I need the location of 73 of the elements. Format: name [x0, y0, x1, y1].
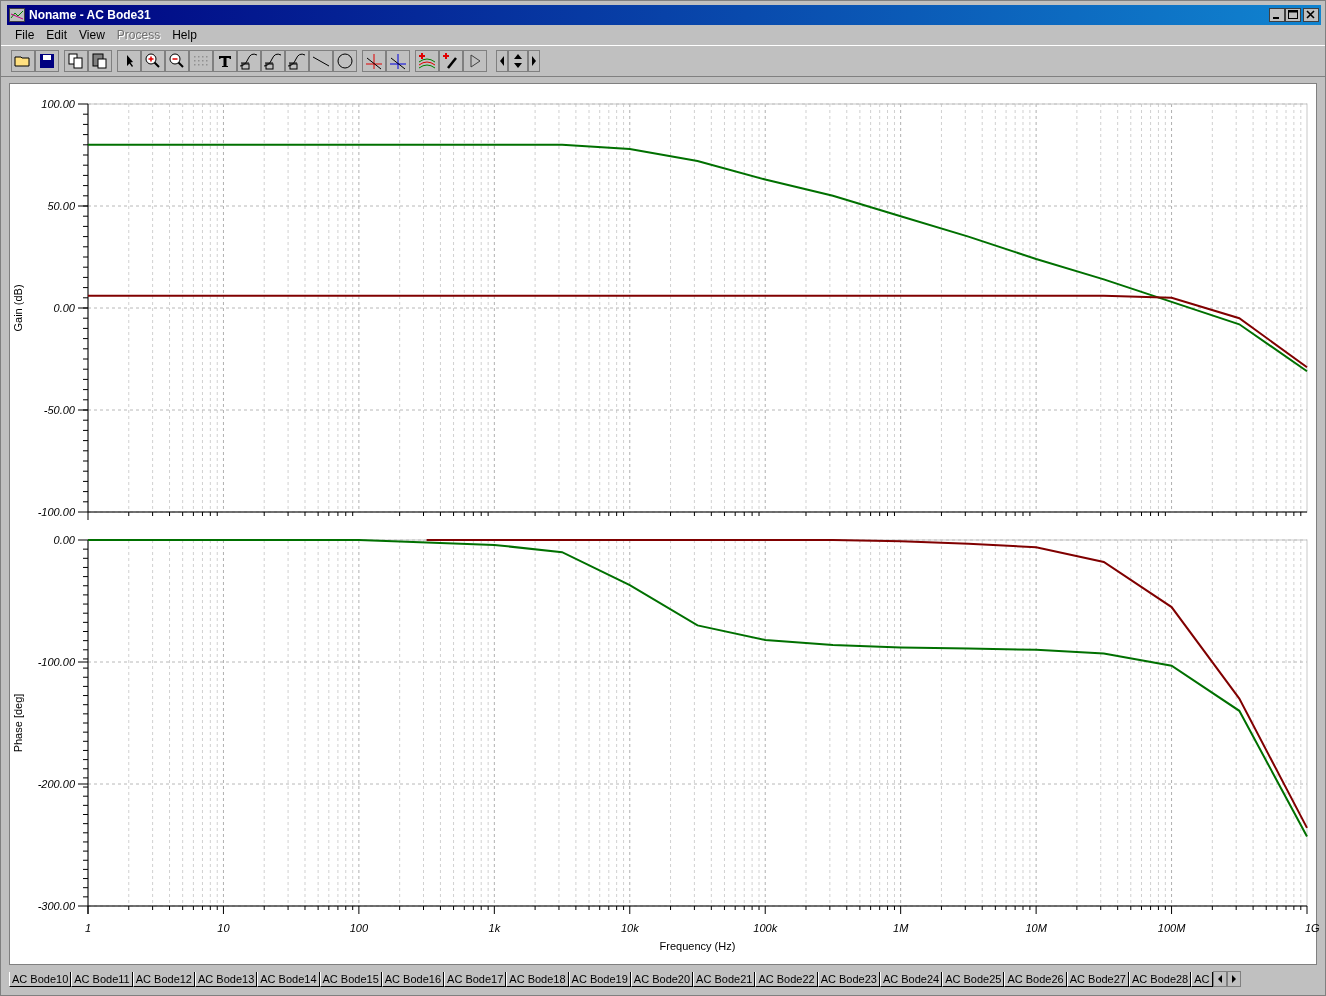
sheet-tab[interactable]: AC Bode23 — [817, 971, 880, 987]
paste-icon[interactable] — [88, 50, 112, 72]
menu-item[interactable]: Edit — [40, 28, 74, 42]
sheet-tab[interactable]: AC Bode20 — [630, 971, 694, 987]
curve-legend-icon[interactable] — [285, 50, 309, 72]
y-tick-label: 50.00 — [47, 200, 75, 212]
curve-query-icon[interactable] — [261, 50, 285, 72]
sheet-tab[interactable]: AC Bode19 — [568, 971, 631, 987]
sheet-tab[interactable]: AC Bode15 — [319, 971, 382, 987]
save-icon[interactable] — [35, 50, 59, 72]
minimize-icon[interactable] — [1269, 8, 1285, 22]
scroll-right-icon[interactable] — [1226, 971, 1241, 987]
line-series — [87, 143, 1308, 373]
menu-item[interactable]: Help — [166, 28, 203, 42]
sheet-tab[interactable]: AC Bode27 — [1066, 971, 1129, 987]
sheet-tab[interactable]: AC Bode25 — [942, 971, 1005, 987]
x-tick-label: 1M — [893, 922, 909, 934]
sheet-tab[interactable]: AC Bode28 — [1128, 971, 1192, 987]
menu-item[interactable]: File — [9, 28, 41, 42]
sheet-tab[interactable]: AC Bode10 — [9, 971, 72, 987]
y-tick-label: 0.00 — [53, 302, 75, 314]
x-tick-label: 10M — [1025, 922, 1047, 934]
y-tick-label: -50.00 — [43, 404, 75, 416]
cursor-a-icon[interactable] — [362, 50, 386, 72]
sheet-tab[interactable]: AC Bode11 — [71, 971, 133, 987]
x-axis-title: Frequency (Hz) — [659, 940, 736, 952]
y-tick-label: 100.00 — [41, 98, 75, 110]
sheet-tab[interactable]: AC — [1191, 971, 1213, 987]
add-probe-icon[interactable] — [439, 50, 463, 72]
curve-label-icon[interactable] — [237, 50, 261, 72]
sheet-tab[interactable]: AC Bode14 — [257, 971, 320, 987]
y-tick-label: 0.00 — [53, 534, 75, 546]
sheet-tab[interactable]: AC Bode22 — [755, 971, 818, 987]
x-tick-label: 100 — [349, 922, 369, 934]
x-tick-label: 1k — [488, 922, 501, 934]
window-title: Noname - AC Bode31 — [29, 8, 152, 22]
zoom-in-icon[interactable] — [141, 50, 165, 72]
maximize-icon[interactable] — [1285, 8, 1301, 22]
sheet-tab[interactable]: AC Bode26 — [1004, 971, 1067, 987]
sheet-tab[interactable]: AC Bode13 — [195, 971, 258, 987]
y-tick-label: -100.00 — [37, 506, 75, 518]
sheet-tab[interactable]: AC Bode18 — [506, 971, 569, 987]
close-icon[interactable] — [1303, 8, 1319, 22]
menu-item[interactable]: View — [73, 28, 111, 42]
sheet-tab[interactable]: AC Bode16 — [381, 971, 445, 987]
up-down-arrows-icon[interactable] — [508, 50, 528, 72]
pointer-icon[interactable] — [117, 50, 141, 72]
y-axis-title: Phase [deg] — [12, 693, 24, 753]
line-series — [87, 539, 1308, 838]
copy-icon[interactable] — [64, 50, 88, 72]
sheet-tab[interactable]: AC Bode24 — [879, 971, 943, 987]
y-tick-label: -200.00 — [37, 778, 75, 790]
x-tick-label: 10k — [620, 922, 639, 934]
x-tick-label: 10 — [217, 922, 230, 934]
play-icon[interactable] — [463, 50, 487, 72]
cursor-b-icon[interactable] — [386, 50, 410, 72]
y-tick-label: -300.00 — [37, 900, 75, 912]
y-tick-label: -100.00 — [37, 656, 75, 668]
sheet-tab[interactable]: AC Bode12 — [132, 971, 195, 987]
x-tick-label: 100M — [1157, 922, 1186, 934]
line-series — [425, 539, 1308, 829]
zoom-out-icon[interactable] — [165, 50, 189, 72]
open-folder-icon[interactable] — [11, 50, 35, 72]
x-tick-label: 100k — [753, 922, 778, 934]
chart-icon — [9, 8, 25, 22]
line-series — [87, 294, 1308, 369]
scroll-left-icon[interactable] — [1212, 971, 1227, 987]
sheet-tab[interactable]: AC Bode17 — [444, 971, 507, 987]
sheet-tab[interactable]: AC Bode21 — [693, 971, 756, 987]
text-icon[interactable] — [213, 50, 237, 72]
x-tick-label: 1G — [1305, 922, 1320, 934]
y-axis-title: Gain (dB) — [12, 284, 24, 332]
x-tick-label: 1 — [84, 922, 92, 934]
